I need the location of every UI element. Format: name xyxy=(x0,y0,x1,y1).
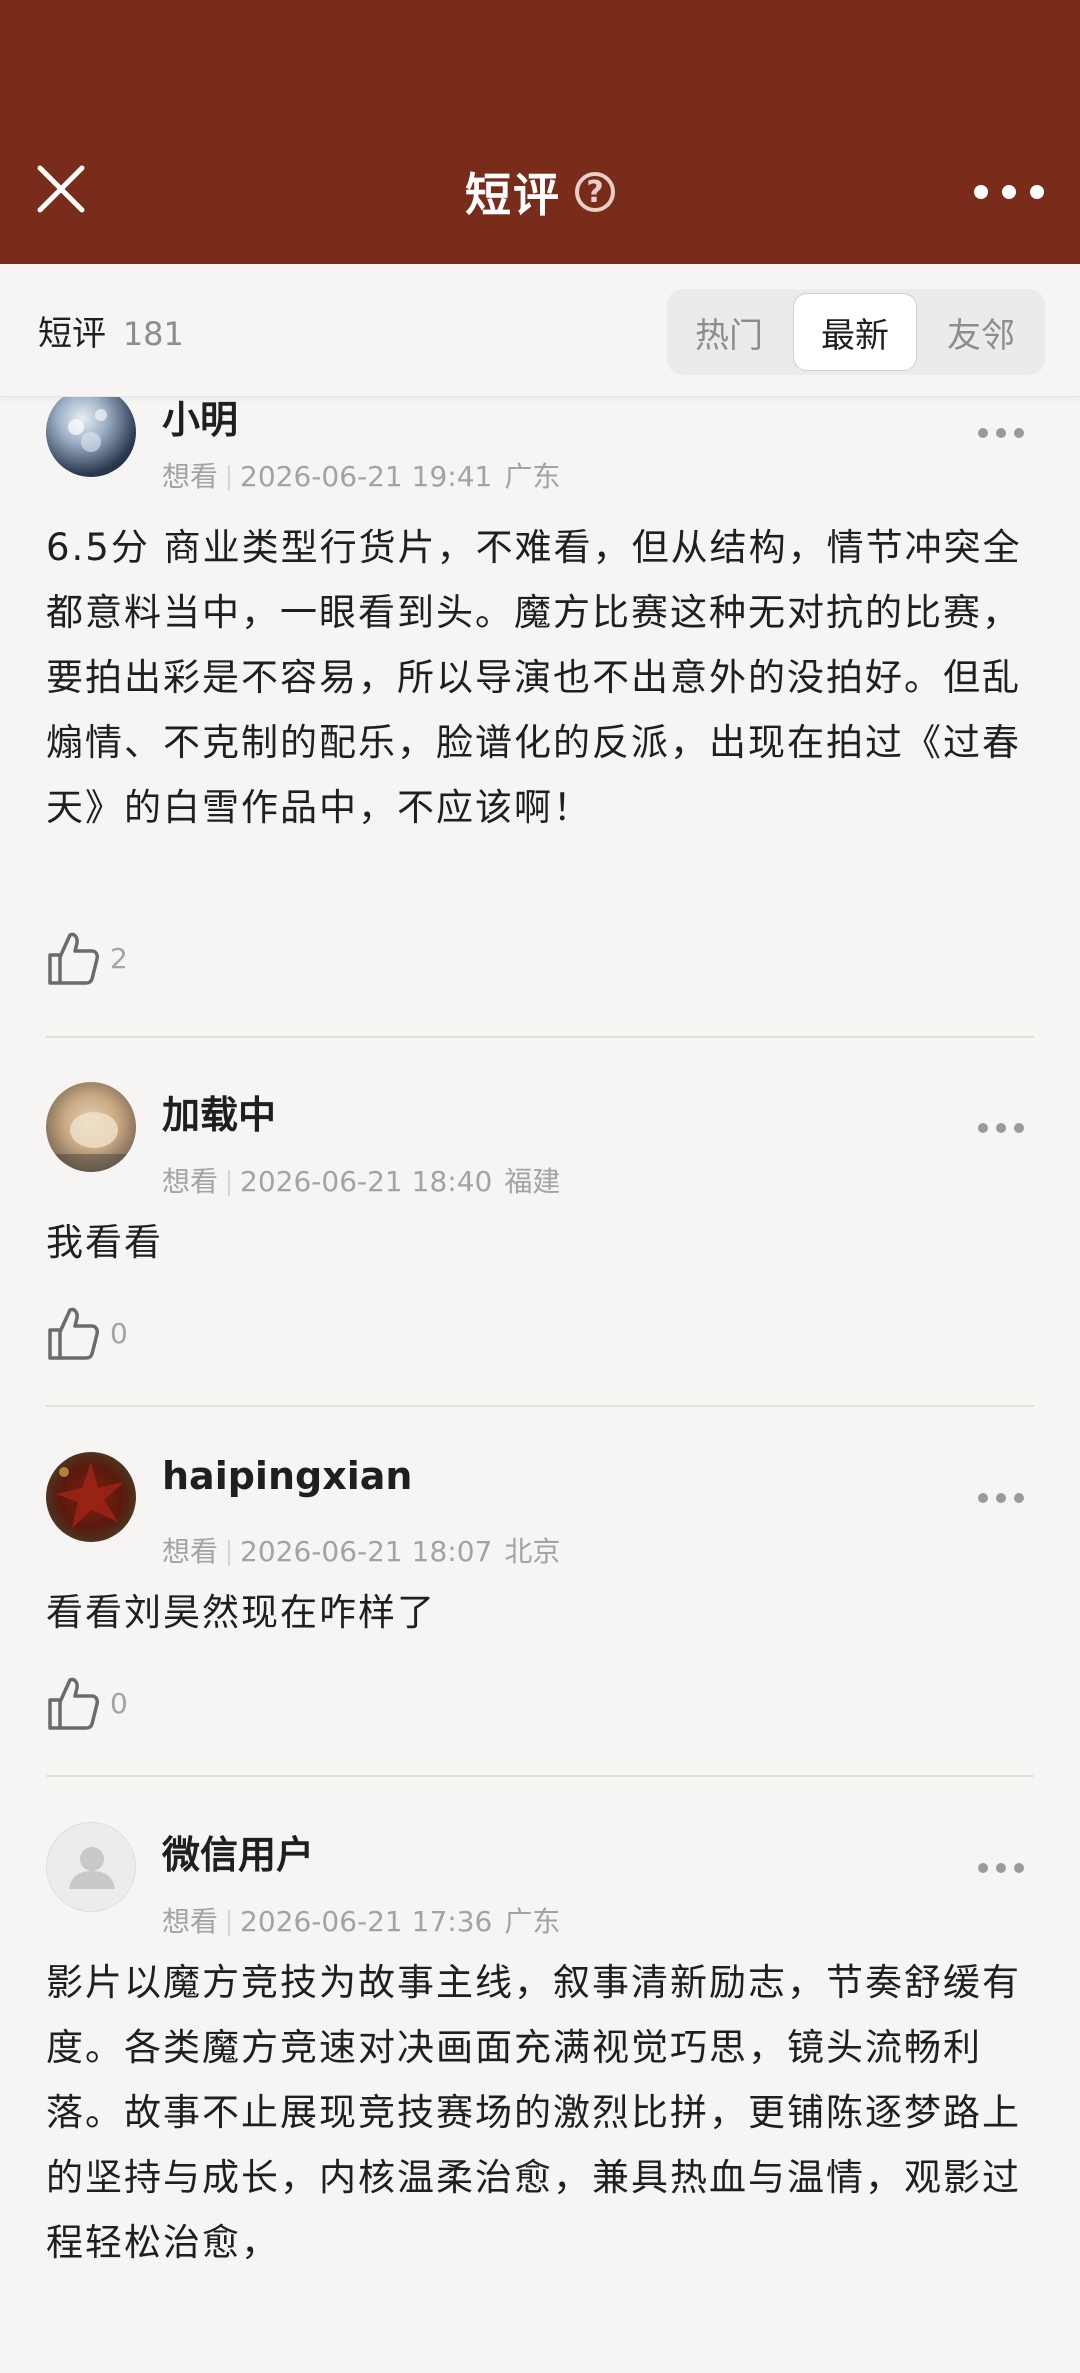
more-dot xyxy=(1014,1123,1024,1133)
more-dot xyxy=(1002,185,1016,199)
more-dot xyxy=(978,1123,988,1133)
top-app-bar: 短评 ? xyxy=(0,0,1080,264)
more-dot xyxy=(978,428,988,438)
username[interactable]: 加载中 xyxy=(162,1084,276,1139)
like-count: 2 xyxy=(110,941,128,975)
more-dot xyxy=(1030,185,1044,199)
like-count: 0 xyxy=(110,1316,128,1350)
comment-location: 北京 xyxy=(504,1535,561,1568)
comment-more-button[interactable] xyxy=(978,1123,1024,1137)
more-dot xyxy=(1014,1493,1024,1503)
more-dot xyxy=(978,1493,988,1503)
comment-more-button[interactable] xyxy=(978,1493,1024,1507)
more-dot xyxy=(996,1863,1006,1873)
like-button[interactable]: 0 xyxy=(46,1304,128,1362)
comment-meta: 想看 2026-06-21 18:07 北京 xyxy=(162,1530,560,1570)
more-dot xyxy=(1014,1863,1024,1873)
avatar-image xyxy=(68,409,107,452)
title-group: 短评 ? xyxy=(0,160,1080,224)
avatar[interactable] xyxy=(46,1822,136,1912)
watch-status: 想看 xyxy=(162,1905,219,1938)
avatar-image xyxy=(46,1112,136,1172)
review-count-label: 短评 xyxy=(38,314,106,354)
more-dot xyxy=(974,185,988,199)
review-count: 短评 181 xyxy=(38,306,184,355)
comment-more-button[interactable] xyxy=(978,428,1024,442)
like-button[interactable]: 2 xyxy=(46,929,128,987)
tab-friends[interactable]: 友邻 xyxy=(919,289,1043,375)
more-options-button[interactable] xyxy=(974,172,1044,212)
comment-text: 6.5分 商业类型行货片，不难看，但从结构，情节冲突全都意料当中，一眼看到头。魔… xyxy=(46,526,1022,829)
avatar[interactable] xyxy=(46,1082,136,1172)
default-avatar-icon xyxy=(69,1847,115,1889)
avatar-image xyxy=(56,1462,124,1528)
meta-divider xyxy=(228,1910,231,1936)
comment-text: 看看刘昊然现在咋样了 xyxy=(46,1591,436,1634)
comment-more-button[interactable] xyxy=(978,1863,1024,1877)
more-dot xyxy=(1014,428,1024,438)
more-dot xyxy=(996,428,1006,438)
divider xyxy=(46,1036,1034,1038)
comment-list: 小明 想看 2026-06-21 19:41 广东 6.5分 商业类型行货片，不难看… xyxy=(0,397,1080,2373)
comment-meta: 想看 2026-06-21 18:40 福建 xyxy=(162,1160,560,1200)
more-dot xyxy=(978,1863,988,1873)
help-icon[interactable]: ? xyxy=(575,172,615,212)
review-filter-bar: 短评 181 热门 最新 友邻 xyxy=(0,264,1080,397)
comment-meta: 想看 2026-06-21 19:41 广东 xyxy=(162,455,560,495)
comment-location: 广东 xyxy=(504,460,561,493)
review-count-number: 181 xyxy=(122,315,184,353)
more-dot xyxy=(996,1123,1006,1133)
comment-time: 2026-06-21 18:07 xyxy=(240,1535,493,1568)
comment-text: 影片以魔方竞技为故事主线，叙事清新励志，节奏舒缓有度。各类魔方竞速对决画面充满视… xyxy=(46,1961,1021,2264)
more-dot xyxy=(996,1493,1006,1503)
divider xyxy=(46,1405,1034,1407)
like-button[interactable]: 0 xyxy=(46,1674,128,1732)
comment-time: 2026-06-21 17:36 xyxy=(240,1905,493,1938)
comment-time: 2026-06-21 18:40 xyxy=(240,1165,493,1198)
tab-latest[interactable]: 最新 xyxy=(793,293,917,371)
avatar[interactable] xyxy=(46,1452,136,1542)
username[interactable]: 小明 xyxy=(162,397,238,444)
like-count: 0 xyxy=(110,1686,128,1720)
username[interactable]: 微信用户 xyxy=(162,1824,314,1879)
page-title: 短评 xyxy=(465,168,561,222)
thumbs-up-icon xyxy=(48,1307,99,1360)
comment-text: 我看看 xyxy=(46,1221,163,1264)
thumbs-up-icon xyxy=(48,932,99,985)
watch-status: 想看 xyxy=(162,460,219,493)
comment-location: 广东 xyxy=(504,1905,561,1938)
avatar[interactable] xyxy=(46,397,136,477)
sort-segmented-control: 热门 最新 友邻 xyxy=(667,289,1045,375)
comment-meta: 想看 2026-06-21 17:36 广东 xyxy=(162,1900,560,1940)
thumbs-up-icon xyxy=(48,1677,99,1730)
tab-hot[interactable]: 热门 xyxy=(667,289,791,375)
username[interactable]: haipingxian xyxy=(162,1454,412,1498)
comment-location: 福建 xyxy=(504,1165,561,1198)
meta-divider xyxy=(228,1540,231,1566)
divider xyxy=(46,1775,1034,1777)
watch-status: 想看 xyxy=(162,1535,219,1568)
watch-status: 想看 xyxy=(162,1165,219,1198)
meta-divider xyxy=(228,1170,231,1196)
meta-divider xyxy=(228,465,231,491)
comment-time: 2026-06-21 19:41 xyxy=(240,460,493,493)
